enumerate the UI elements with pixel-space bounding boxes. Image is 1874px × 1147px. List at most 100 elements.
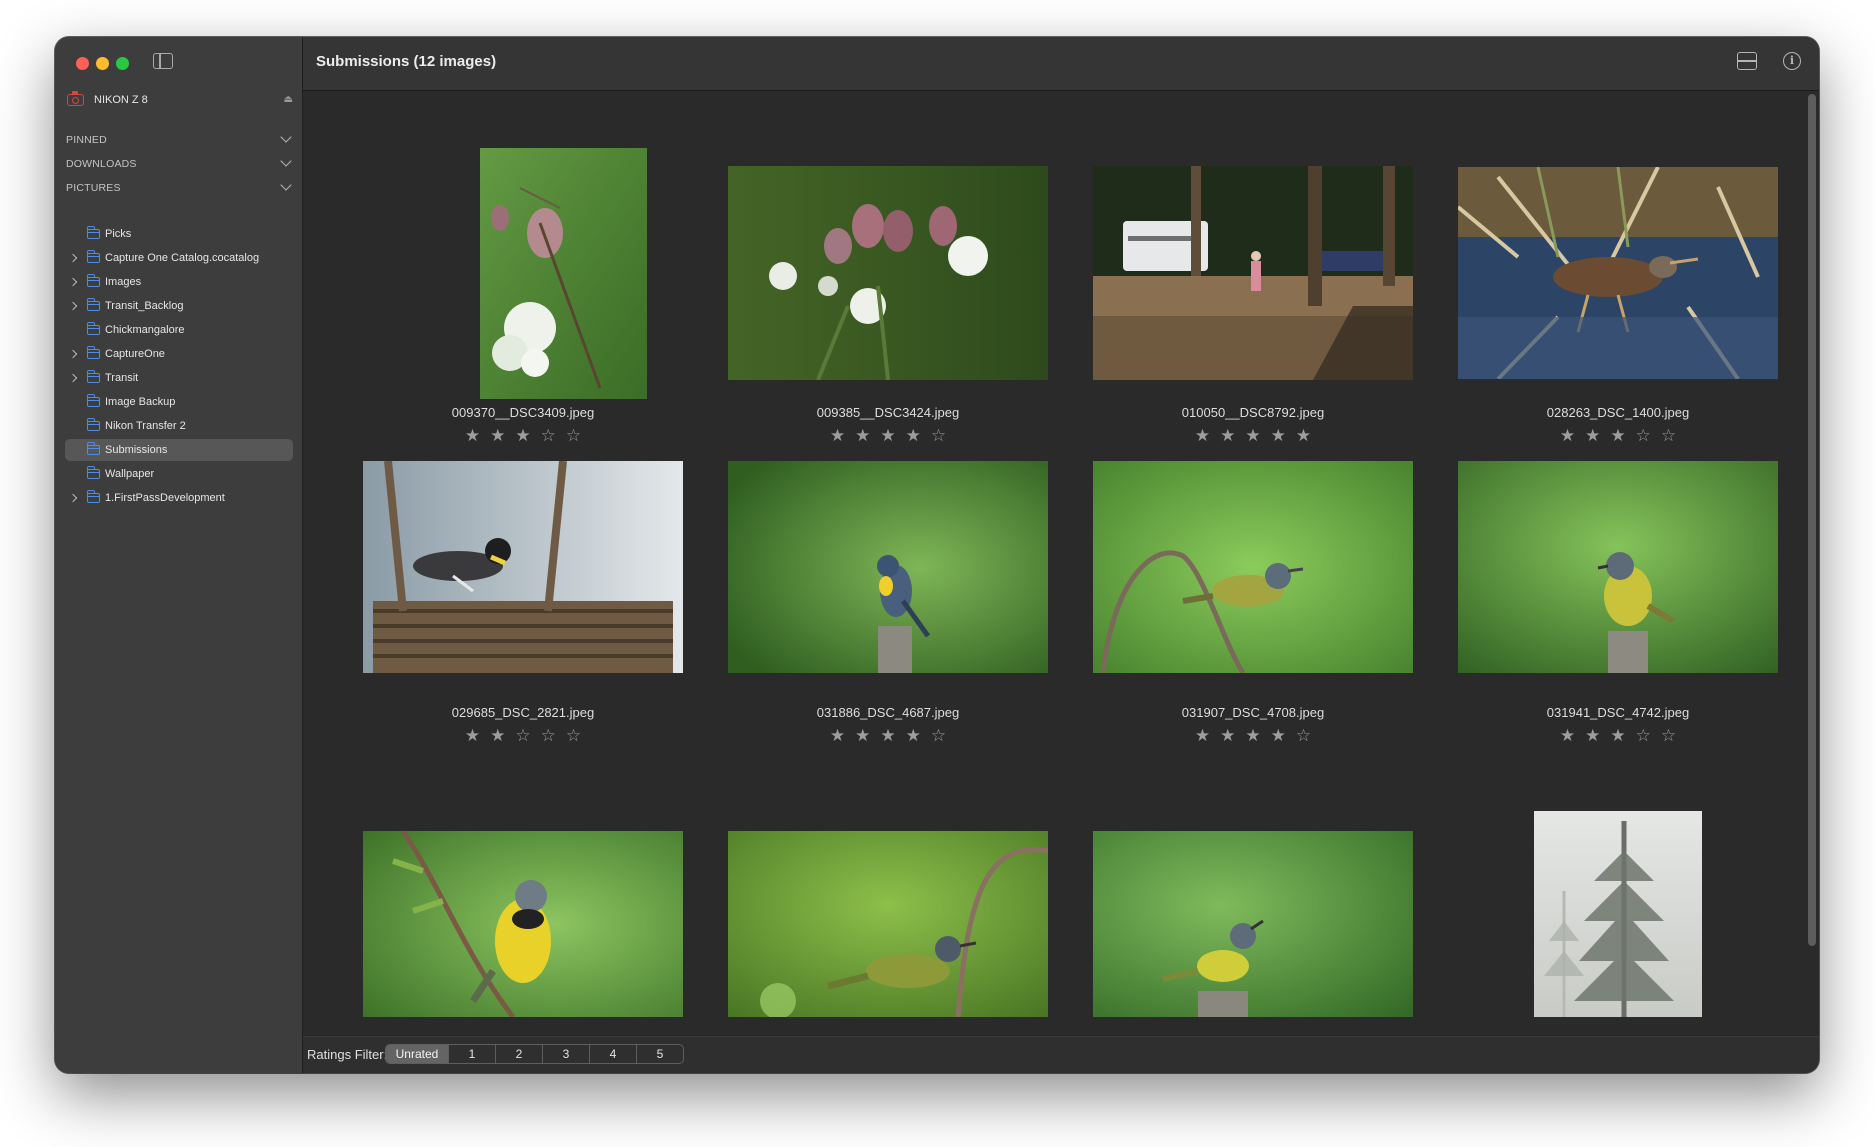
image-cell[interactable]: 031886_DSC_4687.jpeg ★★★★☆ — [705, 461, 1071, 812]
section-pinned[interactable]: PINNED — [66, 134, 292, 152]
image-thumbnail[interactable] — [728, 461, 1048, 673]
sidebar-item-capture-one-catalog-cocatalog[interactable]: Capture One Catalog.cocatalog — [65, 247, 293, 269]
image-thumbnail[interactable] — [1093, 461, 1413, 673]
rating-filter-2[interactable]: 2 — [495, 1045, 542, 1063]
star-filled-icon[interactable]: ★ — [880, 726, 905, 746]
chevron-down-icon[interactable] — [280, 157, 292, 169]
image-cell[interactable] — [1435, 811, 1801, 1036]
star-filled-icon[interactable]: ★ — [1585, 426, 1610, 446]
star-filled-icon[interactable]: ★ — [1610, 726, 1635, 746]
image-cell[interactable]: 029685_DSC_2821.jpeg ★★☆☆☆ — [340, 461, 706, 812]
star-filled-icon[interactable]: ★ — [1271, 726, 1296, 746]
star-rating[interactable]: ★★★★★ — [1070, 426, 1436, 446]
sidebar-item-picks[interactable]: Picks — [65, 223, 293, 245]
star-empty-icon[interactable]: ☆ — [566, 426, 591, 446]
chevron-right-icon[interactable] — [70, 277, 80, 287]
star-filled-icon[interactable]: ★ — [1195, 726, 1220, 746]
star-filled-icon[interactable]: ★ — [906, 726, 931, 746]
star-filled-icon[interactable]: ★ — [855, 426, 880, 446]
image-thumbnail[interactable] — [1093, 831, 1413, 1017]
image-thumbnail[interactable] — [1534, 811, 1702, 1017]
image-cell[interactable]: 010050__DSC8792.jpeg ★★★★★ — [1070, 111, 1436, 462]
star-empty-icon[interactable]: ☆ — [1636, 426, 1661, 446]
star-filled-icon[interactable]: ★ — [830, 726, 855, 746]
star-rating[interactable]: ★★☆☆☆ — [340, 726, 706, 746]
image-thumbnail[interactable] — [728, 166, 1048, 380]
star-empty-icon[interactable]: ☆ — [1661, 426, 1686, 446]
sidebar-item-captureone[interactable]: CaptureOne — [65, 343, 293, 365]
info-icon[interactable]: i — [1783, 52, 1801, 70]
rating-filter-4[interactable]: 4 — [589, 1045, 636, 1063]
sidebar-item-wallpaper[interactable]: Wallpaper — [65, 463, 293, 485]
sidebar-item-chickmangalore[interactable]: Chickmangalore — [65, 319, 293, 341]
image-thumbnail[interactable] — [1093, 166, 1413, 380]
sidebar-item-image-backup[interactable]: Image Backup — [65, 391, 293, 413]
rating-filter-3[interactable]: 3 — [542, 1045, 589, 1063]
image-cell[interactable]: 009385__DSC3424.jpeg ★★★★☆ — [705, 111, 1071, 462]
eject-icon[interactable]: ⏏ — [284, 94, 293, 105]
sidebar-item-submissions[interactable]: Submissions — [65, 439, 293, 461]
star-filled-icon[interactable]: ★ — [1245, 426, 1270, 446]
star-filled-icon[interactable]: ★ — [1610, 426, 1635, 446]
star-empty-icon[interactable]: ☆ — [1661, 726, 1686, 746]
star-filled-icon[interactable]: ★ — [880, 426, 905, 446]
star-filled-icon[interactable]: ★ — [1220, 426, 1245, 446]
star-filled-icon[interactable]: ★ — [906, 426, 931, 446]
star-filled-icon[interactable]: ★ — [490, 426, 515, 446]
sidebar-toggle-icon[interactable] — [153, 53, 173, 69]
section-pictures[interactable]: PICTURES — [66, 182, 292, 200]
star-empty-icon[interactable]: ☆ — [1296, 726, 1321, 746]
rating-filter-unrated[interactable]: Unrated — [386, 1045, 448, 1063]
star-filled-icon[interactable]: ★ — [1195, 426, 1220, 446]
section-downloads[interactable]: DOWNLOADS — [66, 158, 292, 176]
image-cell[interactable] — [1070, 811, 1436, 1036]
chevron-right-icon[interactable] — [70, 373, 80, 383]
star-filled-icon[interactable]: ★ — [1585, 726, 1610, 746]
image-thumbnail[interactable] — [363, 831, 683, 1017]
minimize-window-button[interactable] — [96, 57, 109, 70]
star-rating[interactable]: ★★★☆☆ — [340, 426, 706, 446]
star-filled-icon[interactable]: ★ — [830, 426, 855, 446]
star-rating[interactable]: ★★★★☆ — [1070, 726, 1436, 746]
star-filled-icon[interactable]: ★ — [1560, 426, 1585, 446]
image-cell[interactable] — [340, 811, 706, 1036]
image-thumbnail[interactable] — [1458, 461, 1778, 673]
image-cell[interactable]: 028263_DSC_1400.jpeg ★★★☆☆ — [1435, 111, 1801, 462]
sidebar-item-transit[interactable]: Transit — [65, 367, 293, 389]
star-filled-icon[interactable]: ★ — [465, 426, 490, 446]
star-rating[interactable]: ★★★★☆ — [705, 726, 1071, 746]
image-thumbnail[interactable] — [363, 461, 683, 673]
star-filled-icon[interactable]: ★ — [1245, 726, 1270, 746]
rating-filter-1[interactable]: 1 — [448, 1045, 495, 1063]
chevron-right-icon[interactable] — [70, 253, 80, 263]
device-nikon[interactable]: NIKON Z 8 ⏏ — [67, 91, 293, 111]
image-thumbnail[interactable] — [1458, 167, 1778, 379]
chevron-right-icon[interactable] — [70, 493, 80, 503]
rating-filter-5[interactable]: 5 — [636, 1045, 683, 1063]
star-rating[interactable]: ★★★☆☆ — [1435, 726, 1801, 746]
vertical-scrollbar[interactable] — [1808, 94, 1816, 946]
sidebar-item-nikon-transfer-2[interactable]: Nikon Transfer 2 — [65, 415, 293, 437]
star-empty-icon[interactable]: ☆ — [541, 426, 566, 446]
layout-toggle-icon[interactable] — [1737, 52, 1757, 70]
chevron-down-icon[interactable] — [280, 133, 292, 145]
image-cell[interactable]: 009370__DSC3409.jpeg ★★★☆☆ — [340, 111, 706, 462]
chevron-right-icon[interactable] — [70, 301, 80, 311]
chevron-right-icon[interactable] — [70, 349, 80, 359]
close-window-button[interactable] — [76, 57, 89, 70]
image-cell[interactable]: 031941_DSC_4742.jpeg ★★★☆☆ — [1435, 461, 1801, 812]
zoom-window-button[interactable] — [116, 57, 129, 70]
star-empty-icon[interactable]: ☆ — [541, 726, 566, 746]
star-empty-icon[interactable]: ☆ — [931, 726, 956, 746]
sidebar-item-transit-backlog[interactable]: Transit_Backlog — [65, 295, 293, 317]
star-empty-icon[interactable]: ☆ — [566, 726, 591, 746]
image-thumbnail[interactable] — [480, 148, 647, 399]
star-empty-icon[interactable]: ☆ — [931, 426, 956, 446]
image-cell[interactable] — [705, 811, 1071, 1036]
star-empty-icon[interactable]: ☆ — [1636, 726, 1661, 746]
star-filled-icon[interactable]: ★ — [490, 726, 515, 746]
star-filled-icon[interactable]: ★ — [1220, 726, 1245, 746]
image-thumbnail[interactable] — [728, 831, 1048, 1017]
star-filled-icon[interactable]: ★ — [1560, 726, 1585, 746]
sidebar-item-1-firstpassdevelopment[interactable]: 1.FirstPassDevelopment — [65, 487, 293, 509]
